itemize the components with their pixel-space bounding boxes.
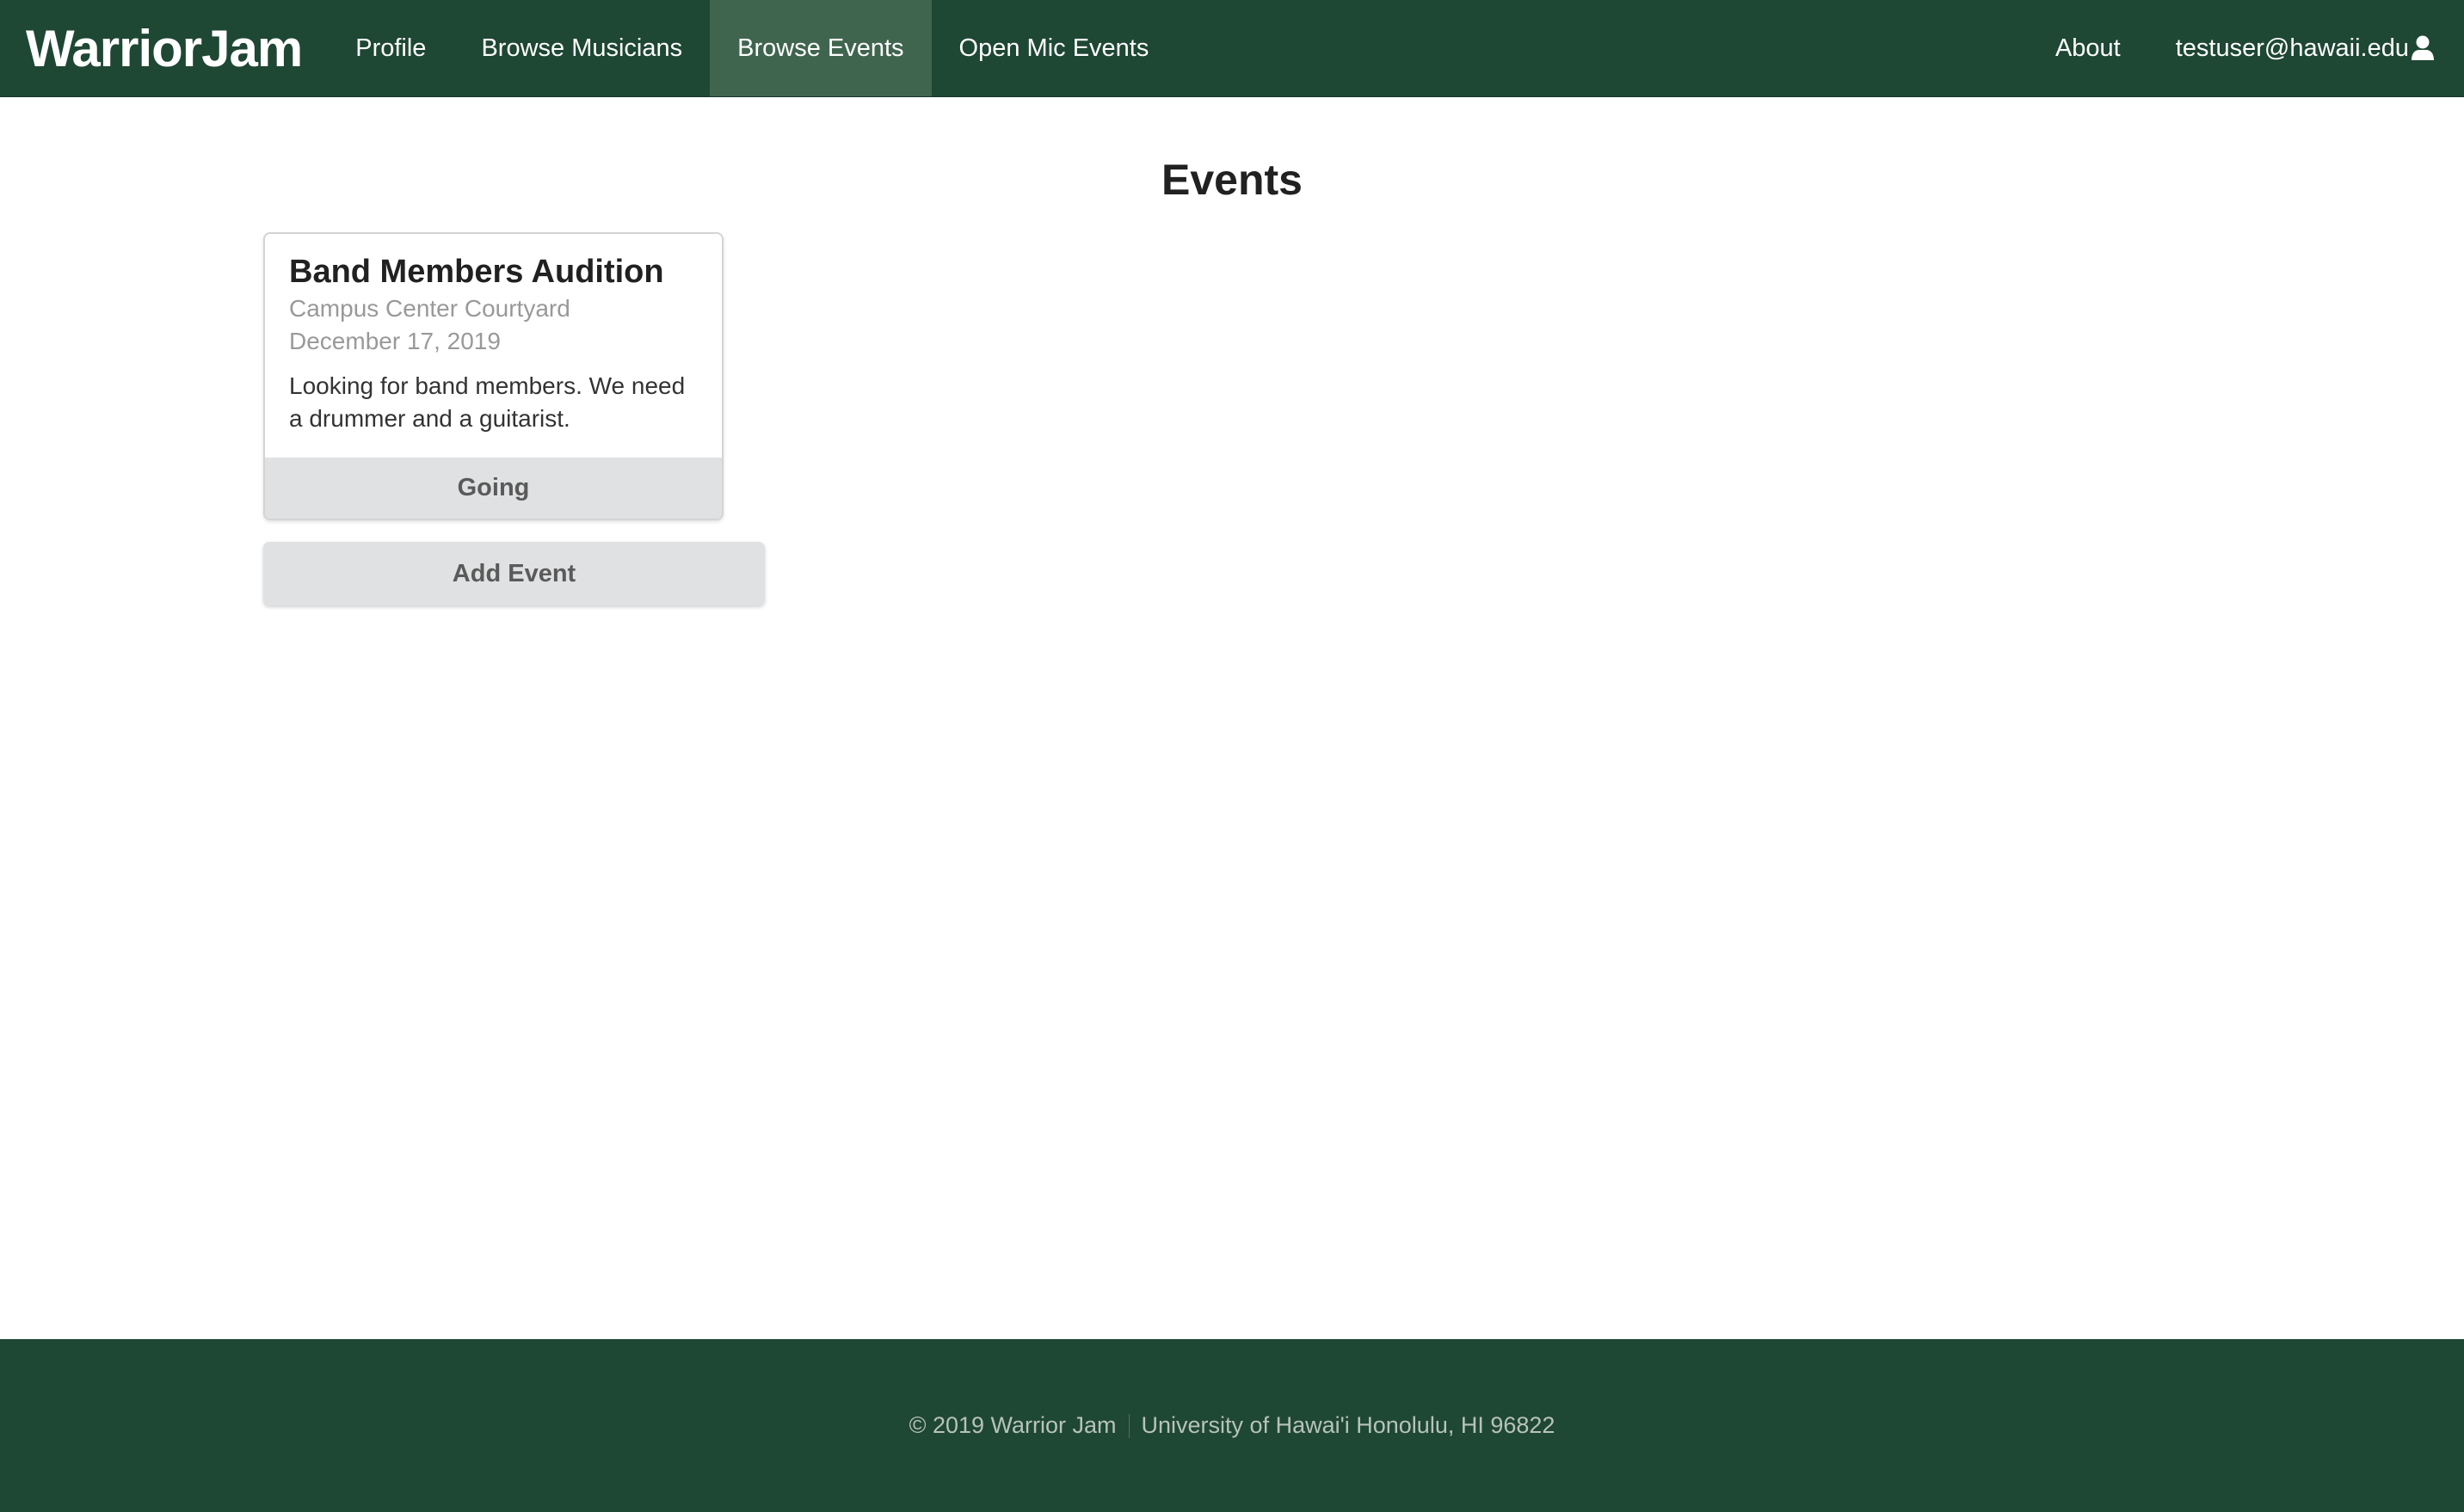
- going-button[interactable]: Going: [265, 458, 722, 519]
- nav-item-browse-events[interactable]: Browse Events: [710, 0, 932, 96]
- footer-address: University of Hawai'i Honolulu, HI 96822: [1141, 1412, 1555, 1438]
- brand-logo[interactable]: WarriorJam: [0, 0, 328, 96]
- nav-item-about[interactable]: About: [2028, 0, 2148, 96]
- top-navbar: WarriorJam Profile Browse Musicians Brow…: [0, 0, 2464, 97]
- event-card: Band Members Audition Campus Center Cour…: [263, 232, 724, 520]
- footer-divider: [1128, 1413, 1130, 1438]
- event-date: December 17, 2019: [289, 328, 501, 354]
- nav-item-profile[interactable]: Profile: [328, 0, 453, 96]
- event-name: Band Members Audition: [289, 254, 664, 290]
- user-menu[interactable]: testuser@hawaii.edu: [2148, 0, 2464, 96]
- event-description: Looking for band members. We need a drum…: [289, 372, 686, 432]
- nav-item-open-mic-events[interactable]: Open Mic Events: [932, 0, 1177, 96]
- nav-item-browse-musicians[interactable]: Browse Musicians: [453, 0, 710, 96]
- page-title: Events: [1161, 156, 1303, 204]
- add-event-button[interactable]: Add Event: [263, 542, 765, 605]
- event-location: Campus Center Courtyard: [289, 295, 570, 322]
- footer-copyright: © 2019 Warrior Jam: [909, 1412, 1117, 1438]
- user-email: testuser@hawaii.edu: [2175, 34, 2409, 62]
- user-icon: [2411, 35, 2435, 61]
- footer-text: © 2019 Warrior Jam University of Hawai'i…: [909, 1412, 1555, 1439]
- footer: © 2019 Warrior Jam University of Hawai'i…: [0, 1339, 2464, 1512]
- event-card-content: Band Members Audition Campus Center Cour…: [265, 234, 722, 459]
